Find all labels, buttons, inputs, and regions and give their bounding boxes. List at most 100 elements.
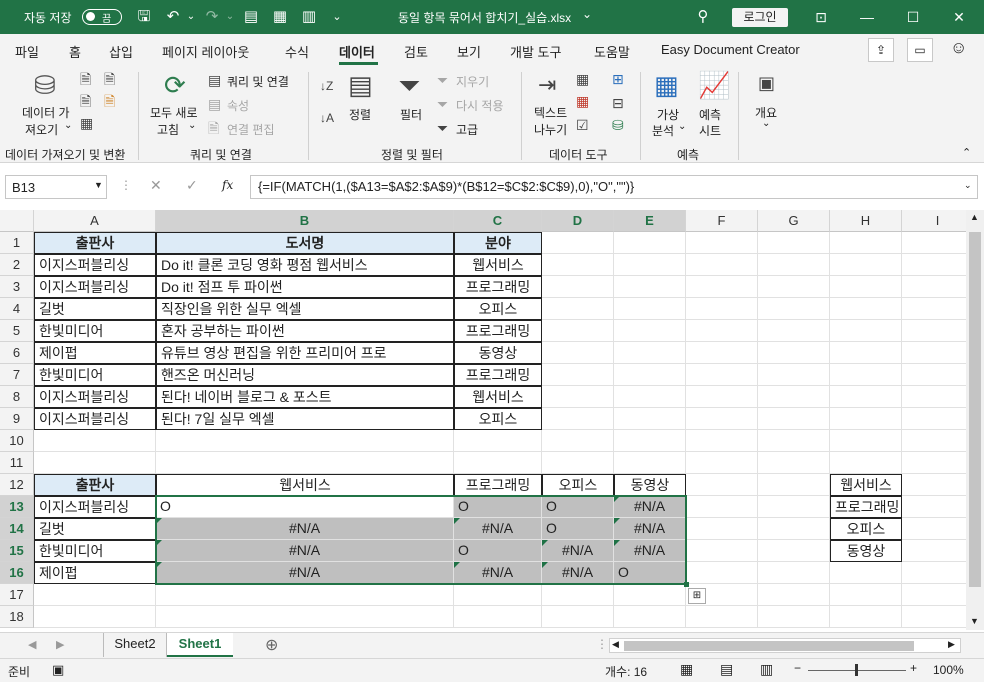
grid-cell[interactable]: [830, 408, 902, 430]
grid-cell[interactable]: [758, 430, 830, 452]
column-header-b[interactable]: B: [156, 210, 454, 232]
grid-cell[interactable]: [758, 342, 830, 364]
column-header-d[interactable]: D: [542, 210, 614, 232]
name-box[interactable]: B13 ▼: [5, 175, 107, 199]
smiley-icon[interactable]: ☺: [950, 38, 967, 58]
redo-dropdown-icon[interactable]: ⌄: [221, 8, 239, 26]
tab-sheet1[interactable]: Sheet1: [167, 633, 233, 657]
table2-value[interactable]: #N/A: [542, 540, 614, 562]
table2-value[interactable]: #N/A: [542, 562, 614, 584]
grid-cell[interactable]: [902, 232, 966, 254]
table1-publisher[interactable]: 이지스퍼블리싱: [34, 386, 156, 408]
consolidate-icon[interactable]: ⊞: [612, 72, 624, 86]
from-web-icon[interactable]: 🗎: [104, 72, 115, 86]
grid-cell[interactable]: [902, 518, 966, 540]
category-list-item[interactable]: 프로그래밍: [830, 496, 902, 518]
row-header-5[interactable]: 5: [0, 320, 34, 342]
grid-cell[interactable]: [686, 276, 758, 298]
table1-category[interactable]: 동영상: [454, 342, 542, 364]
grid-cell[interactable]: [542, 408, 614, 430]
grid-cell[interactable]: [902, 584, 966, 606]
menu-home[interactable]: 홈: [69, 42, 81, 61]
scroll-down-icon[interactable]: ▼: [970, 616, 979, 626]
menu-file[interactable]: 파일: [15, 42, 39, 61]
zoom-out-icon[interactable]: −: [794, 661, 801, 675]
table1-title[interactable]: Do it! 점프 투 파이썬: [156, 276, 454, 298]
from-table-icon[interactable]: 🗎: [80, 94, 91, 108]
table2-value[interactable]: O: [454, 540, 542, 562]
sort-ascending-icon[interactable]: ↓Z: [320, 80, 333, 92]
grid-cell[interactable]: [902, 430, 966, 452]
table2-value[interactable]: #N/A: [614, 518, 686, 540]
grid-cell[interactable]: [542, 364, 614, 386]
grid-cell[interactable]: [758, 298, 830, 320]
undo-dropdown-icon[interactable]: ⌄: [182, 8, 200, 26]
grid-cell[interactable]: [542, 320, 614, 342]
grid-cell[interactable]: [542, 254, 614, 276]
row-header-13[interactable]: 13: [0, 496, 34, 518]
grid-cell[interactable]: [902, 452, 966, 474]
autosave-toggle[interactable]: 끔: [82, 9, 122, 25]
column-header-g[interactable]: G: [758, 210, 830, 232]
redo-icon[interactable]: ↷: [203, 8, 221, 26]
grid-cell[interactable]: [614, 606, 686, 628]
row-header-6[interactable]: 6: [0, 342, 34, 364]
grid-cell[interactable]: [542, 276, 614, 298]
grid-cell[interactable]: [758, 540, 830, 562]
grid-cell[interactable]: [758, 474, 830, 496]
table2-value[interactable]: #N/A: [454, 562, 542, 584]
grid-cell[interactable]: [686, 606, 758, 628]
zoom-slider-thumb[interactable]: [855, 664, 858, 676]
grid-cell[interactable]: [902, 364, 966, 386]
row-header-14[interactable]: 14: [0, 518, 34, 540]
table1-category[interactable]: 프로그래밍: [454, 320, 542, 342]
table1-title[interactable]: 직장인을 위한 실무 엑셀: [156, 298, 454, 320]
table2-value[interactable]: #N/A: [614, 496, 686, 518]
grid-cell[interactable]: [830, 430, 902, 452]
text-csv-icon[interactable]: 🗎: [80, 72, 91, 86]
category-list-item[interactable]: 동영상: [830, 540, 902, 562]
grid-cell[interactable]: [686, 430, 758, 452]
grid-cell[interactable]: [454, 430, 542, 452]
grid-cell[interactable]: [686, 364, 758, 386]
menu-data[interactable]: 데이터: [339, 42, 375, 61]
grid-cell[interactable]: [830, 562, 902, 584]
grid-cell[interactable]: [758, 606, 830, 628]
category-list-item[interactable]: 웹서비스: [830, 474, 902, 496]
maximize-button[interactable]: ☐: [890, 5, 936, 29]
table2-row-label[interactable]: 한빛미디어: [34, 540, 156, 562]
grid-cell[interactable]: [614, 430, 686, 452]
table2-value[interactable]: #N/A: [156, 540, 454, 562]
grid-cell[interactable]: [830, 386, 902, 408]
grid-cell[interactable]: [34, 430, 156, 452]
table2-value[interactable]: O: [542, 496, 614, 518]
grid-cell[interactable]: [614, 584, 686, 606]
table1-publisher[interactable]: 제이펍: [34, 342, 156, 364]
grid-cell[interactable]: [902, 342, 966, 364]
grid-cell[interactable]: [614, 276, 686, 298]
grid-cell[interactable]: [34, 452, 156, 474]
grid-cell[interactable]: [614, 320, 686, 342]
zoom-in-icon[interactable]: +: [910, 661, 917, 675]
data-model-icon[interactable]: ⛁: [612, 118, 624, 132]
table2-value[interactable]: #N/A: [156, 562, 454, 584]
grid-cell[interactable]: [830, 452, 902, 474]
horizontal-scroll-thumb[interactable]: [624, 641, 914, 651]
grid-cell[interactable]: [686, 562, 758, 584]
grid-cell[interactable]: [758, 452, 830, 474]
data-validation-icon[interactable]: ☑: [576, 118, 589, 132]
grid-cell[interactable]: [758, 386, 830, 408]
ribbon-display-icon[interactable]: ⊡: [798, 5, 844, 29]
sort-descending-icon[interactable]: ↓A: [320, 112, 334, 124]
name-box-dropdown-icon[interactable]: ▼: [94, 180, 103, 190]
worksheet-grid[interactable]: A B C D E F G H I 1 2 3 4 5 6 7 8 9 10 11 12 13 14 15 16 17 18 출판사 도…: [0, 210, 966, 630]
table1-title[interactable]: 핸즈온 머신러닝: [156, 364, 454, 386]
grid-cell[interactable]: [454, 452, 542, 474]
row-header-4[interactable]: 4: [0, 298, 34, 320]
menu-page-layout[interactable]: 페이지 레이아웃: [162, 42, 249, 61]
grid-cell[interactable]: [902, 386, 966, 408]
grid-cell[interactable]: [614, 386, 686, 408]
row-header-17[interactable]: 17: [0, 584, 34, 606]
minimize-button[interactable]: —: [844, 5, 890, 29]
row-header-18[interactable]: 18: [0, 606, 34, 628]
